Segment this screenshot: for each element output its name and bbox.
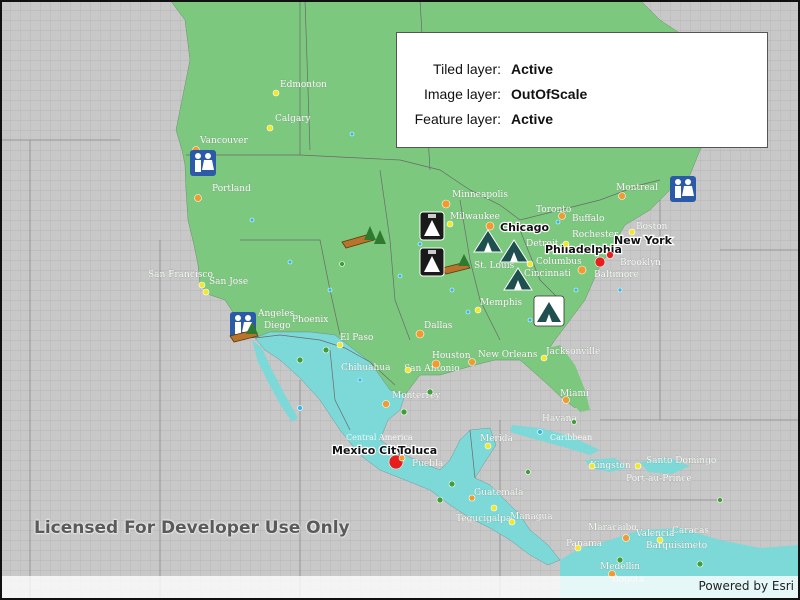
feature-layer-value: Active xyxy=(511,111,554,127)
svg-text:Diego: Diego xyxy=(264,321,291,331)
svg-text:Buffalo: Buffalo xyxy=(572,214,604,224)
svg-text:Houston: Houston xyxy=(432,351,471,361)
svg-text:Santo Domingo: Santo Domingo xyxy=(646,456,716,466)
restroom-icon xyxy=(190,150,216,176)
svg-text:Phoenix: Phoenix xyxy=(292,315,328,325)
svg-text:Rochester: Rochester xyxy=(572,230,619,240)
svg-text:New York: New York xyxy=(614,234,673,247)
trailhead-icon xyxy=(419,211,445,241)
svg-text:Panama: Panama xyxy=(566,539,603,549)
svg-text:Memphis: Memphis xyxy=(480,298,523,308)
svg-text:Monterrey: Monterrey xyxy=(392,391,441,401)
svg-text:Merida: Merida xyxy=(480,434,513,444)
svg-text:El Paso: El Paso xyxy=(340,333,373,343)
campground-icon xyxy=(533,295,565,327)
attribution-bar: Powered by Esri xyxy=(0,576,800,600)
svg-text:Toluca: Toluca xyxy=(398,444,437,457)
svg-text:Managua: Managua xyxy=(510,512,553,522)
svg-text:Cincinnati: Cincinnati xyxy=(524,269,571,279)
svg-text:San Francisco: San Francisco xyxy=(148,270,213,280)
svg-text:San Antonio: San Antonio xyxy=(404,364,460,374)
svg-text:Tegucigalpa: Tegucigalpa xyxy=(456,514,512,524)
svg-text:Medellin: Medellin xyxy=(600,562,640,572)
status-row-tiled-layer: Tiled layer: Active xyxy=(397,61,767,81)
svg-text:Vancouver: Vancouver xyxy=(199,136,249,146)
svg-text:Portland: Portland xyxy=(212,184,251,194)
svg-text:Edmonton: Edmonton xyxy=(280,80,327,90)
region-label-caribbean: Caribbean xyxy=(550,433,592,442)
svg-text:Montreal: Montreal xyxy=(616,183,658,193)
svg-text:Milwaukee: Milwaukee xyxy=(450,212,500,222)
trailhead-icon xyxy=(419,247,445,277)
restroom-icon xyxy=(670,176,696,202)
svg-text:Valencia: Valencia xyxy=(635,529,675,539)
svg-text:Puebla: Puebla xyxy=(412,459,444,469)
svg-text:Angeles: Angeles xyxy=(257,309,295,319)
svg-text:Columbus: Columbus xyxy=(536,257,582,267)
svg-text:Calgary: Calgary xyxy=(275,114,312,124)
svg-text:Barquisimeto: Barquisimeto xyxy=(646,541,707,551)
svg-text:San Jose: San Jose xyxy=(209,277,248,287)
feature-layer-label: Feature layer: xyxy=(414,111,501,127)
svg-text:Caracas: Caracas xyxy=(672,526,709,536)
tiled-layer-value: Active xyxy=(511,61,554,77)
svg-text:Brooklyn: Brooklyn xyxy=(620,258,661,268)
svg-text:Maracaibo: Maracaibo xyxy=(588,523,637,533)
svg-text:New Orleans: New Orleans xyxy=(478,350,538,360)
svg-text:Chicago: Chicago xyxy=(500,221,549,234)
svg-text:Jacksonville: Jacksonville xyxy=(545,347,600,357)
status-row-feature-layer: Feature layer: Active xyxy=(397,111,767,131)
status-row-image-layer: Image layer: OutOfScale xyxy=(397,86,767,106)
svg-text:Guatemala: Guatemala xyxy=(474,488,524,498)
image-layer-value: OutOfScale xyxy=(511,86,588,102)
svg-text:Dallas: Dallas xyxy=(424,321,453,331)
image-layer-label: Image layer: xyxy=(423,86,501,102)
svg-text:Mexico City: Mexico City xyxy=(332,444,403,457)
svg-text:Kingston: Kingston xyxy=(590,461,631,471)
layer-status-panel: Tiled layer: Active Image layer: OutOfSc… xyxy=(396,32,768,148)
developer-license-watermark: Licensed For Developer Use Only xyxy=(34,518,350,538)
tiled-layer-label: Tiled layer: xyxy=(433,61,501,77)
svg-text:Toronto: Toronto xyxy=(536,205,571,215)
svg-text:Port-au-Prince: Port-au-Prince xyxy=(626,474,692,484)
svg-text:Boston: Boston xyxy=(636,222,668,232)
svg-text:Baltimore: Baltimore xyxy=(594,270,639,280)
svg-text:Chihuahua: Chihuahua xyxy=(341,363,391,373)
esri-attribution[interactable]: Powered by Esri xyxy=(699,579,794,593)
region-label-central-america: Central America xyxy=(346,433,413,442)
svg-text:Minneapolis: Minneapolis xyxy=(452,190,508,200)
